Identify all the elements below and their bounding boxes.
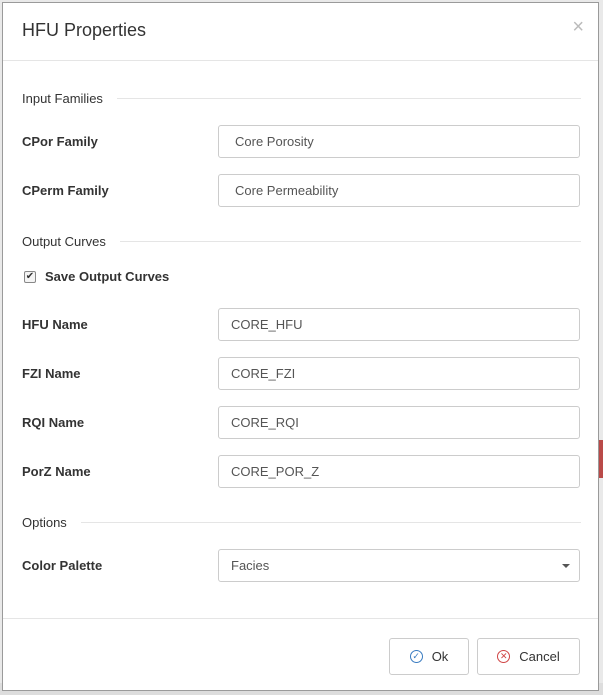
dialog-footer: ✓ Ok ✕ Cancel bbox=[3, 618, 598, 691]
section-label: Input Families bbox=[22, 90, 103, 106]
section-options: Options bbox=[22, 512, 581, 532]
section-divider bbox=[116, 97, 581, 99]
section-output-curves: Output Curves bbox=[22, 231, 581, 251]
fzi-name-label: FZI Name bbox=[22, 366, 81, 381]
cancel-button[interactable]: ✕ Cancel bbox=[477, 638, 580, 675]
cperm-family-label: CPerm Family bbox=[22, 183, 109, 198]
cpor-family-label: CPor Family bbox=[22, 134, 98, 149]
rqi-name-label: RQI Name bbox=[22, 415, 85, 430]
caret-down-icon[interactable] bbox=[562, 564, 570, 568]
dialog-title: HFU Properties bbox=[22, 20, 147, 40]
color-palette-value: Facies bbox=[231, 558, 270, 573]
hfu-properties-dialog: HFU Properties × Input Families CPor Fam… bbox=[2, 2, 599, 691]
color-palette-label: Color Palette bbox=[22, 558, 103, 573]
save-output-curves-row[interactable]: ✔ Save Output Curves bbox=[22, 269, 169, 284]
rqi-name-field[interactable]: CORE_RQI bbox=[218, 406, 580, 439]
hfu-name-field[interactable]: CORE_HFU bbox=[218, 308, 580, 341]
porz-name-field[interactable]: CORE_POR_Z bbox=[218, 455, 580, 488]
x-circle-icon: ✕ bbox=[497, 650, 511, 663]
section-label: Options bbox=[22, 514, 67, 530]
section-divider bbox=[80, 521, 581, 523]
ok-button-label: Ok bbox=[431, 649, 449, 664]
save-output-curves-label[interactable]: Save Output Curves bbox=[45, 269, 169, 284]
fzi-name-field[interactable]: CORE_FZI bbox=[218, 357, 580, 390]
ok-button[interactable]: ✓ Ok bbox=[389, 638, 469, 675]
cperm-family-field[interactable]: Core Permeability bbox=[218, 174, 580, 207]
check-circle-icon: ✓ bbox=[409, 650, 423, 663]
section-divider bbox=[119, 240, 581, 242]
cancel-button-label: Cancel bbox=[519, 649, 560, 664]
save-output-curves-checkbox[interactable]: ✔ bbox=[24, 270, 36, 283]
cpor-family-field[interactable]: Core Porosity bbox=[218, 125, 580, 158]
section-input-families: Input Families bbox=[22, 88, 581, 108]
close-icon[interactable]: × bbox=[572, 17, 584, 37]
section-label: Output Curves bbox=[22, 233, 106, 249]
hfu-name-label: HFU Name bbox=[22, 317, 88, 332]
porz-name-label: PorZ Name bbox=[22, 464, 91, 479]
dialog-header: HFU Properties × bbox=[3, 3, 598, 61]
checkmark-icon: ✔ bbox=[25, 270, 35, 282]
color-palette-select[interactable]: Facies bbox=[218, 549, 580, 582]
